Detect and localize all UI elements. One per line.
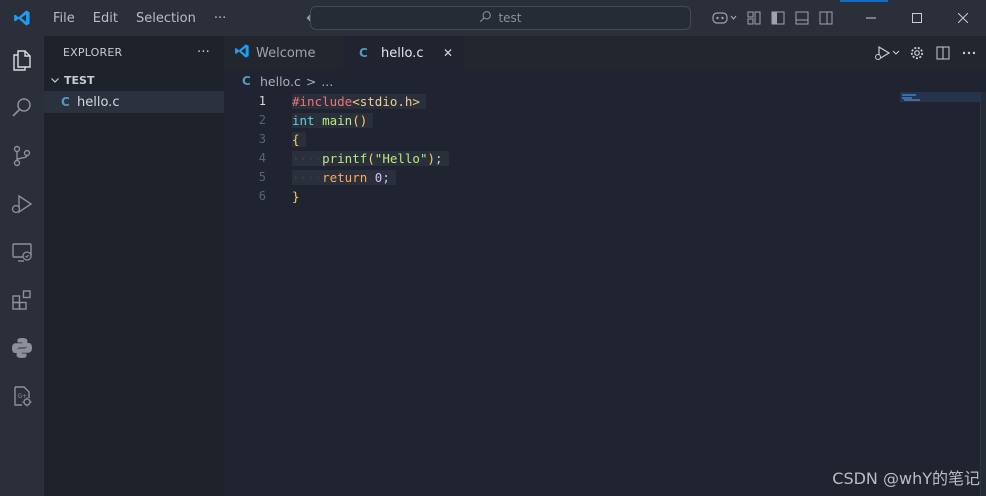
- minimize-button[interactable]: [848, 0, 894, 36]
- toggle-secondary-sidebar-icon[interactable]: [814, 0, 838, 36]
- command-center-search[interactable]: test: [310, 6, 691, 30]
- breadcrumb: C hello.c > ...: [224, 70, 986, 92]
- more-actions-icon[interactable]: [956, 36, 982, 70]
- menu-selection[interactable]: Selection: [127, 11, 205, 26]
- maximize-button[interactable]: [894, 0, 940, 36]
- toggle-primary-sidebar-icon[interactable]: [766, 0, 790, 36]
- python-icon[interactable]: [0, 326, 44, 370]
- file-item-hello-c[interactable]: C hello.c: [44, 91, 224, 113]
- workspace-name: TEST: [64, 73, 95, 87]
- code-lines: #include<stdio.h> int main() { ····print…: [292, 92, 449, 206]
- breadcrumb-file[interactable]: hello.c: [260, 74, 301, 89]
- file-name: hello.c: [77, 94, 120, 110]
- explorer-more-button[interactable]: ···: [197, 45, 210, 60]
- close-tab-icon[interactable]: ✕: [443, 46, 453, 60]
- title-bar-controls: [708, 0, 986, 36]
- code-line: #include<stdio.h>: [292, 92, 449, 111]
- explorer-title: EXPLORER: [63, 46, 123, 59]
- menu-edit[interactable]: Edit: [84, 11, 127, 26]
- tab-welcome[interactable]: Welcome: [224, 36, 343, 70]
- copilot-icon[interactable]: [708, 0, 742, 36]
- extensions-icon[interactable]: [0, 278, 44, 322]
- search-icon: [479, 10, 492, 26]
- vscode-welcome-icon: [234, 43, 250, 63]
- run-debug-dropdown-icon[interactable]: [870, 36, 904, 70]
- code-line: ····printf("Hello");: [292, 149, 449, 168]
- explorer-sidebar: EXPLORER ··· TEST C hello.c: [44, 36, 224, 496]
- menu-bar: File Edit Selection ···: [44, 0, 235, 36]
- explorer-header: EXPLORER ···: [44, 36, 224, 69]
- line-number: 1: [258, 94, 266, 108]
- code-line: int main(): [292, 111, 449, 130]
- remote-explorer-icon[interactable]: [0, 230, 44, 274]
- tab-hello-label: hello.c: [381, 45, 424, 61]
- split-editor-icon[interactable]: [930, 36, 956, 70]
- menu-more[interactable]: ···: [205, 11, 235, 26]
- tab-welcome-label: Welcome: [256, 45, 316, 61]
- code-editor[interactable]: 1 2 3 4 5 6 #include<stdio.h> int main()…: [224, 92, 986, 496]
- code-line: }: [292, 189, 300, 204]
- watermark: CSDN @whY的笔记: [832, 469, 980, 488]
- settings-gear-icon[interactable]: [904, 36, 930, 70]
- search-text: test: [498, 11, 522, 25]
- editor-tabs: Welcome C hello.c ✕: [224, 36, 986, 70]
- line-number-gutter: 1 2 3 4 5 6: [224, 92, 280, 206]
- run-debug-icon[interactable]: [0, 182, 44, 226]
- breadcrumb-separator: >: [305, 73, 317, 89]
- line-number: 6: [258, 189, 266, 203]
- code-line: ····return 0;: [292, 168, 449, 187]
- source-control-icon[interactable]: [0, 134, 44, 178]
- activity-bar: G+: [0, 36, 44, 496]
- toggle-panel-icon[interactable]: [790, 0, 814, 36]
- search-view-icon[interactable]: [0, 86, 44, 130]
- cpp-tools-icon[interactable]: G+: [0, 374, 44, 418]
- tab-hello-c[interactable]: C hello.c ✕: [343, 36, 463, 70]
- editor-actions: [870, 36, 986, 70]
- code-line: {: [292, 130, 449, 149]
- line-number: 3: [258, 132, 266, 146]
- chevron-down-icon: [48, 75, 62, 85]
- minimap[interactable]: [900, 92, 980, 496]
- title-bar: File Edit Selection ··· test: [0, 0, 986, 36]
- explorer-icon[interactable]: [0, 38, 44, 82]
- vscode-logo-icon: [0, 0, 44, 36]
- c-file-icon: C: [359, 46, 368, 60]
- line-number: 4: [258, 151, 266, 165]
- breadcrumb-rest[interactable]: ...: [321, 74, 333, 89]
- customize-layout-icon[interactable]: [742, 0, 766, 36]
- vscode-window: File Edit Selection ··· test G+ EXPLORER…: [0, 0, 986, 496]
- menu-file[interactable]: File: [44, 11, 84, 26]
- vertical-scrollbar[interactable]: [980, 92, 986, 496]
- c-file-icon: C: [242, 74, 251, 88]
- c-file-icon: C: [61, 95, 70, 109]
- workspace-section[interactable]: TEST: [44, 69, 224, 91]
- line-number: 2: [258, 113, 266, 127]
- close-window-button[interactable]: [940, 0, 986, 36]
- line-number: 5: [258, 170, 266, 184]
